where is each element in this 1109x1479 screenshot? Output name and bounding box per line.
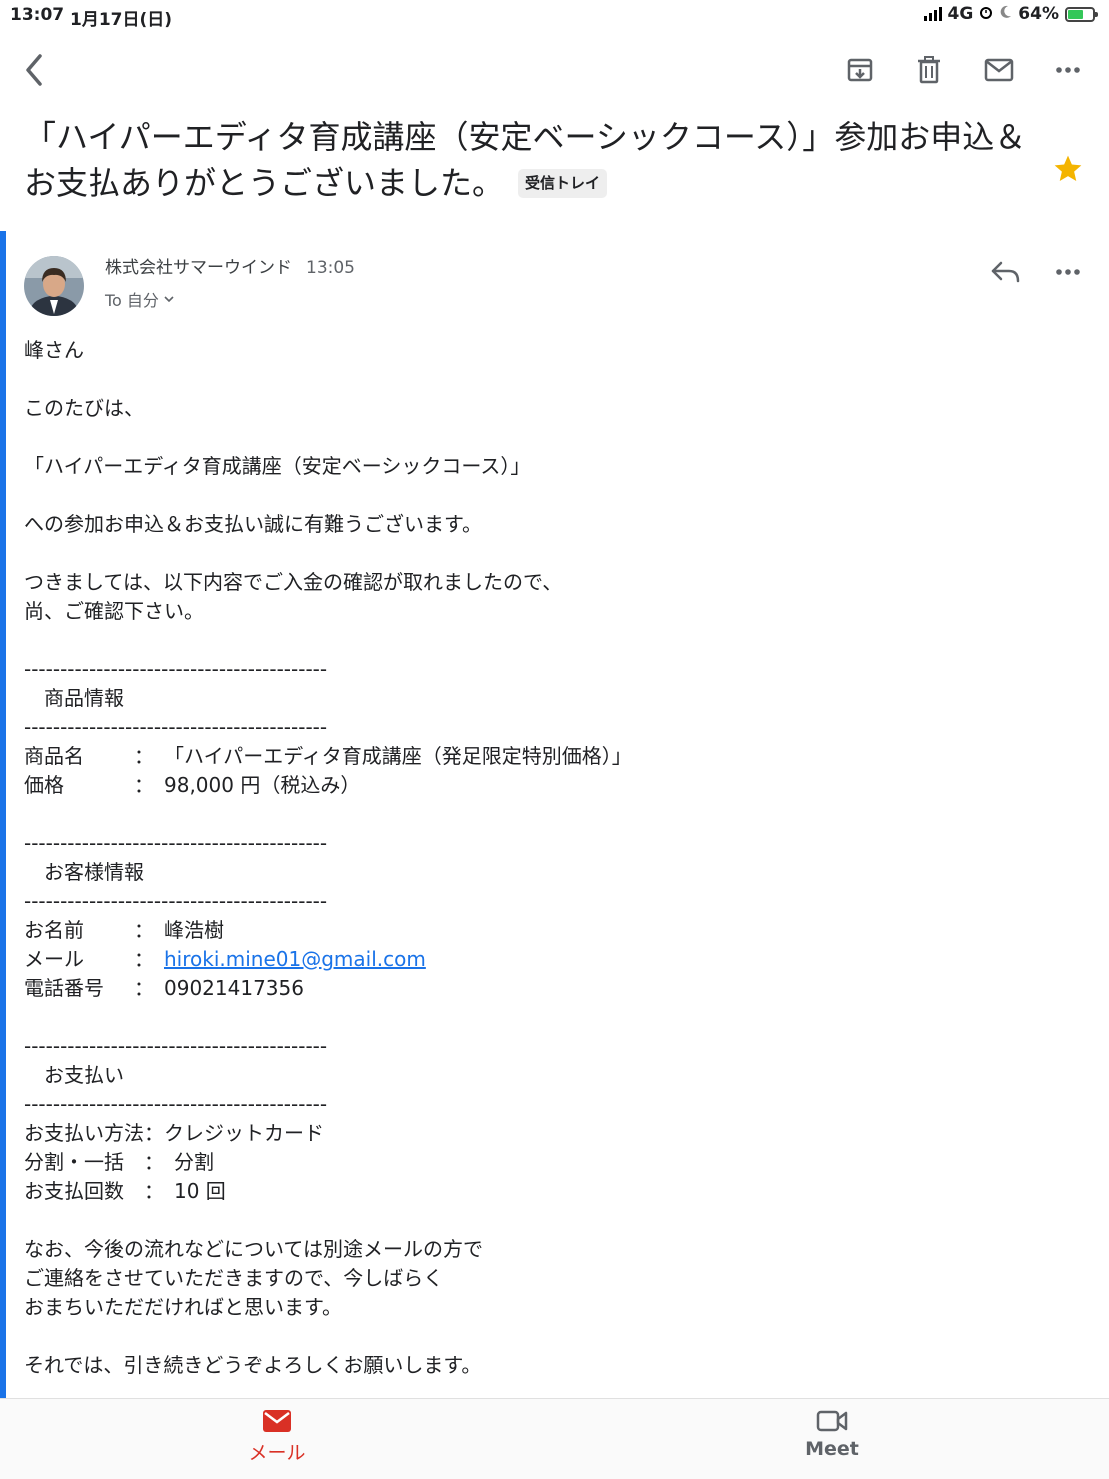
status-indicators: 4G 64% xyxy=(923,4,1098,24)
phone-key: 電話番号 xyxy=(24,976,104,1000)
mail-icon xyxy=(263,1410,291,1432)
intro-line: このたびは、 xyxy=(24,396,144,420)
delete-button[interactable] xyxy=(909,50,949,90)
status-time: 13:07 xyxy=(10,5,65,25)
separator: ： xyxy=(134,976,154,1000)
alarm-icon xyxy=(979,4,993,24)
confirm-line-2: 尚、ご確認下さい。 xyxy=(24,599,204,623)
more-horiz-icon xyxy=(1056,67,1080,73)
thanks-line: への参加お申込＆お支払い誠に有難うございます。 xyxy=(24,512,482,536)
email-link[interactable]: hiroki.mine01@gmail.com xyxy=(164,945,426,974)
separator: ： xyxy=(134,918,154,942)
count-row: お支払回数 ： 10 回 xyxy=(24,1177,1084,1206)
split-row: 分割・一括 ： 分割 xyxy=(24,1148,1084,1177)
phone-value: 09021417356 xyxy=(164,976,304,1000)
price-row: 価格 ： 98,000 円（税込み） xyxy=(24,771,1084,800)
payment-heading: お支払い xyxy=(24,1063,124,1087)
divider: ----------------------------------------… xyxy=(24,831,328,855)
chevron-left-icon xyxy=(26,54,42,86)
split-value: 分割 xyxy=(174,1150,214,1174)
product-name-key: 商品名 xyxy=(24,744,84,768)
product-name-row: 商品名 ： 「ハイパーエディタ育成講座（発足限定特別価格）」 xyxy=(24,742,1084,771)
product-name-value: 「ハイパーエディタ育成講座（発足限定特別価格）」 xyxy=(164,744,632,768)
closing-line-3: おまちいただだければと思います。 xyxy=(24,1295,342,1319)
customer-heading: お客様情報 xyxy=(24,860,144,884)
sender-name[interactable]: 株式会社サマーウインド xyxy=(105,258,292,278)
separator: ： xyxy=(144,1179,164,1203)
separator: ： xyxy=(134,947,154,971)
message-accent-bar xyxy=(0,231,6,1399)
price-value: 98,000 円（税込み） xyxy=(164,773,361,797)
recipient-details-toggle[interactable]: To 自分 xyxy=(105,287,174,311)
trash-icon xyxy=(918,56,940,84)
battery-icon xyxy=(1065,6,1098,22)
separator: ： xyxy=(144,1150,164,1174)
email-key: メール xyxy=(24,947,84,971)
separator: ： xyxy=(134,773,154,797)
confirm-line-1: つきましては、以下内容でご入金の確認が取れましたので、 xyxy=(24,570,563,594)
mark-unread-button[interactable] xyxy=(979,50,1019,90)
product-heading: 商品情報 xyxy=(24,686,124,710)
more-options-button[interactable] xyxy=(1048,50,1088,90)
closing-line-2: ご連絡をさせていただきますので、今しばらく xyxy=(24,1266,444,1290)
nav-mail[interactable]: メール xyxy=(207,1409,347,1465)
divider: ----------------------------------------… xyxy=(24,889,328,913)
nav-mail-label: メール xyxy=(248,1442,306,1464)
reply-icon xyxy=(991,261,1020,283)
count-value: 10 回 xyxy=(174,1179,226,1203)
name-row: お名前 ： 峰浩樹 xyxy=(24,916,1084,945)
phone-row: 電話番号 ： 09021417356 xyxy=(24,974,1084,1003)
course-line: 「ハイパーエディタ育成講座（安定ベーシックコース）」 xyxy=(24,454,531,478)
message-body: 峰さん このたびは、 「ハイパーエディタ育成講座（安定ベーシックコース）」 への… xyxy=(24,336,1084,1380)
method-value: クレジットカード xyxy=(164,1121,324,1145)
moon-icon xyxy=(999,4,1012,24)
nav-meet[interactable]: Meet xyxy=(762,1409,902,1460)
sender-avatar[interactable] xyxy=(24,256,84,316)
archive-button[interactable] xyxy=(840,50,880,90)
reply-button[interactable] xyxy=(986,254,1026,290)
price-key: 価格 xyxy=(24,773,64,797)
closing-line-4: それでは、引き続きどうぞよろしくお願いします。 xyxy=(24,1353,482,1377)
separator: ： xyxy=(134,744,154,768)
count-key: お支払回数 xyxy=(24,1179,124,1203)
status-bar: 13:07 1月17日(日) 4G 64% xyxy=(0,0,1109,30)
archive-icon xyxy=(847,58,873,82)
more-horiz-icon xyxy=(1056,269,1080,275)
toolbar xyxy=(0,40,1109,100)
nav-meet-label: Meet xyxy=(805,1438,859,1460)
message-more-button[interactable] xyxy=(1048,254,1088,290)
divider: ----------------------------------------… xyxy=(24,715,328,739)
email-row: メール ： hiroki.mine01@gmail.com xyxy=(24,945,1084,974)
greeting: 峰さん xyxy=(24,338,84,362)
mail-icon xyxy=(984,58,1014,82)
star-icon[interactable] xyxy=(1052,153,1084,189)
message-time: 13:05 xyxy=(306,258,355,278)
back-button[interactable] xyxy=(14,50,54,90)
network-type: 4G xyxy=(947,4,974,24)
bottom-nav: メール Meet xyxy=(0,1398,1109,1479)
subject-line-2: お支払ありがとうございました。 受信トレイ xyxy=(24,160,1034,206)
recipient-text: To 自分 xyxy=(105,291,159,310)
split-key: 分割・一括 xyxy=(24,1150,124,1174)
closing-line-1: なお、今後の流れなどについては別途メールの方で xyxy=(24,1237,483,1261)
divider: ----------------------------------------… xyxy=(24,657,328,681)
subject-line-2-text: お支払ありがとうございました。 xyxy=(24,164,505,202)
battery-fill xyxy=(1068,9,1084,19)
divider: ----------------------------------------… xyxy=(24,1034,328,1058)
divider: ----------------------------------------… xyxy=(24,1092,328,1116)
signal-icon xyxy=(923,7,942,21)
battery-percentage: 64% xyxy=(1018,4,1059,24)
method-key: お支払い方法： xyxy=(24,1121,164,1145)
sender-line: 株式会社サマーウインド 13:05 xyxy=(105,253,355,278)
email-subject: 「ハイパーエディタ育成講座（安定ベーシックコース）」参加お申込＆ お支払ありがと… xyxy=(24,114,1034,206)
subject-line-1: 「ハイパーエディタ育成講座（安定ベーシックコース）」参加お申込＆ xyxy=(24,118,1027,156)
inbox-label[interactable]: 受信トレイ xyxy=(518,169,608,198)
chevron-down-icon xyxy=(164,295,174,302)
method-row: お支払い方法： クレジットカード xyxy=(24,1119,1084,1148)
name-value: 峰浩樹 xyxy=(164,918,224,942)
name-key: お名前 xyxy=(24,918,84,942)
status-date: 1月17日(日) xyxy=(70,10,173,30)
video-camera-icon xyxy=(816,1410,848,1432)
